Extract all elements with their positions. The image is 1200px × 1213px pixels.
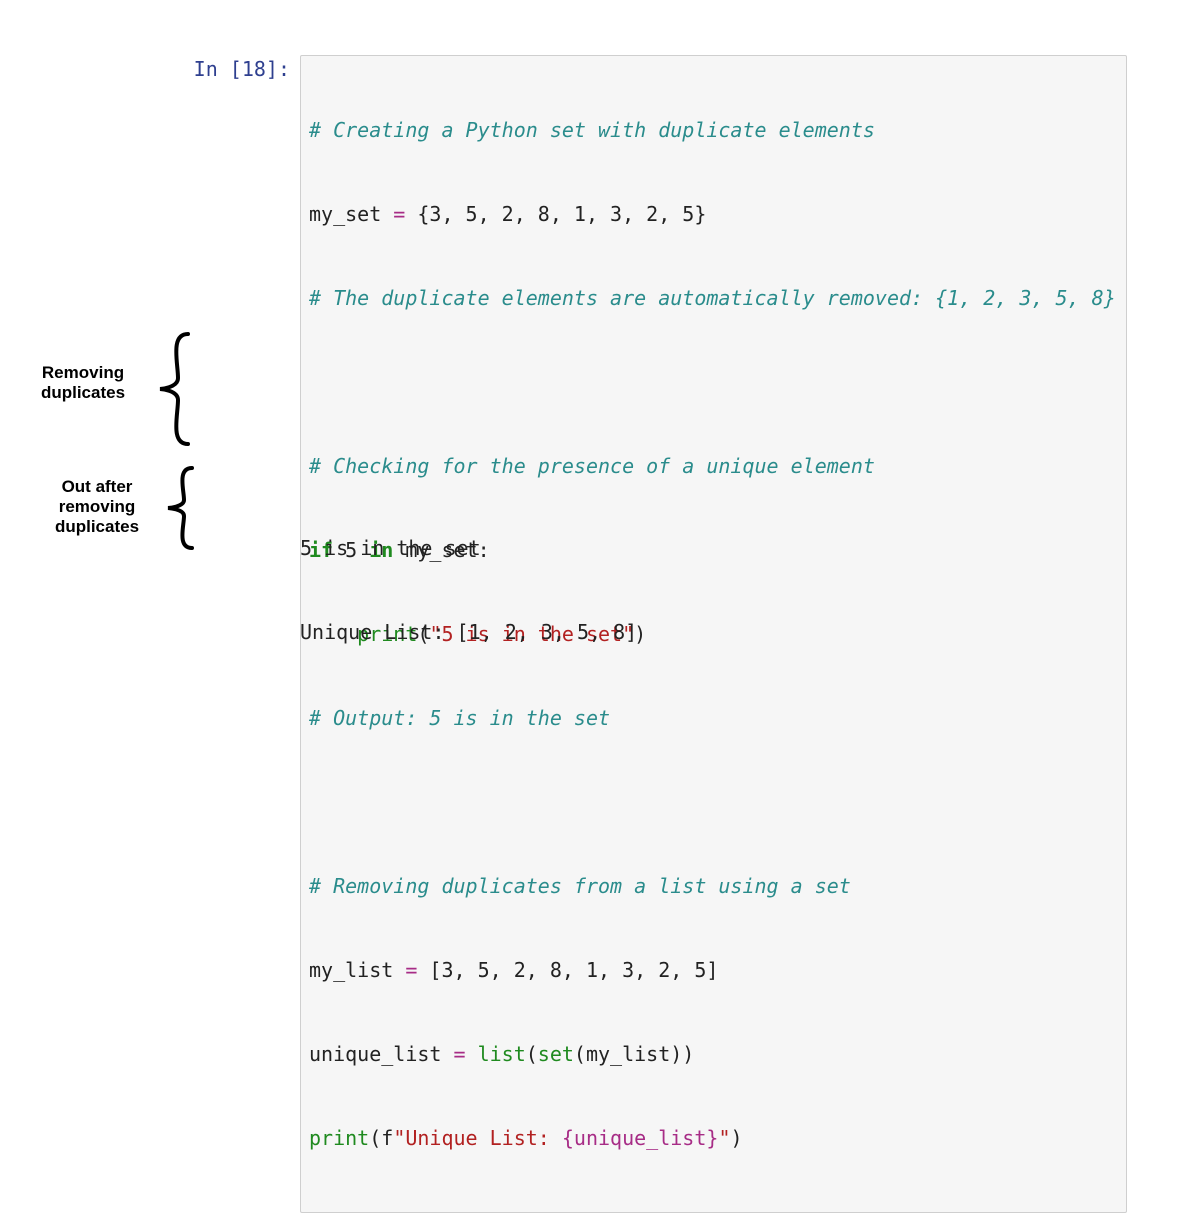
code-line-9 [309, 788, 1116, 816]
page: In [18]: # Creating a Python set with du… [0, 0, 1200, 630]
code-line-3: # The duplicate elements are automatical… [309, 284, 1116, 312]
code-line-11: my_list = [3, 5, 2, 8, 1, 3, 2, 5] [309, 956, 1116, 984]
code-line-1: # Creating a Python set with duplicate e… [309, 116, 1116, 144]
code-line-4 [309, 368, 1116, 396]
code-line-12: unique_list = list(set(my_list)) [309, 1040, 1116, 1068]
code-line-2: my_set = {3, 5, 2, 8, 1, 3, 2, 5} [309, 200, 1116, 228]
output-line-2: Unique List: [1, 2, 3, 5, 8] [300, 618, 637, 646]
code-line-5: # Checking for the presence of a unique … [309, 452, 1116, 480]
annotation-output: Out after removing duplicates [42, 477, 152, 537]
prompt-label: In [18]: [190, 55, 300, 83]
code-line-8: # Output: 5 is in the set [309, 704, 1116, 732]
output-line-1: 5 is in the set [300, 534, 637, 562]
code-line-13: print(f"Unique List: {unique_list}") [309, 1124, 1116, 1152]
output-area: 5 is in the set Unique List: [1, 2, 3, 5… [300, 478, 637, 702]
brace-icon [148, 328, 194, 450]
annotation-removing-duplicates: Removing duplicates [28, 363, 138, 403]
code-line-10: # Removing duplicates from a list using … [309, 872, 1116, 900]
